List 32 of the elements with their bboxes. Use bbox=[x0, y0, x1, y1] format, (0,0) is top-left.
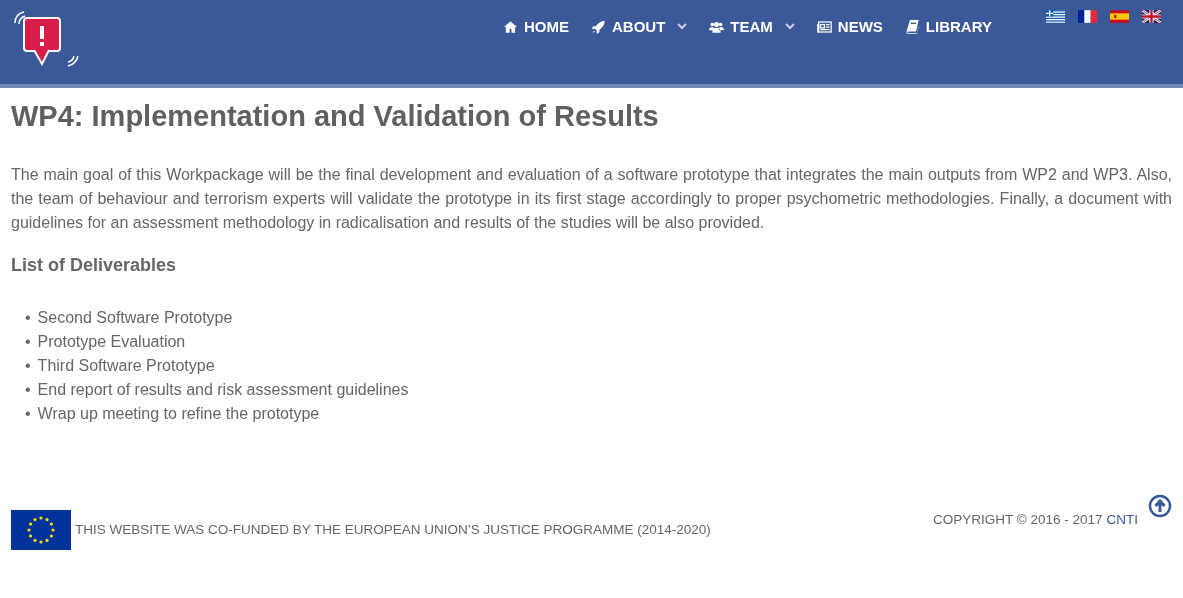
funding-notice: THIS WEBSITE WAS CO-FUNDED BY THE EUROPEAN UNION’S JUSTICE PROGRAMME (2014-2020) bbox=[75, 522, 711, 537]
nav-link[interactable]: NEWS bbox=[805, 18, 894, 35]
nav-link[interactable]: ABOUT bbox=[580, 18, 699, 35]
french-flag-icon[interactable] bbox=[1078, 10, 1097, 23]
nav-link[interactable]: LIBRARY bbox=[893, 18, 1003, 35]
deliverable-item: Second Software Prototype bbox=[37, 308, 233, 328]
spanish-flag-icon[interactable] bbox=[1110, 10, 1129, 23]
rocket-icon bbox=[591, 19, 606, 34]
users-icon bbox=[709, 19, 725, 34]
page-title: WP4: Implementation and Validation of Results bbox=[11, 100, 660, 133]
deliverable-item: End report of results and risk assessment guidelines bbox=[37, 380, 409, 400]
copyright-link[interactable]: CNTI bbox=[1106, 512, 1138, 527]
list-bullet: • bbox=[25, 356, 31, 376]
british-flag-icon[interactable] bbox=[1142, 10, 1161, 23]
list-bullet: • bbox=[25, 332, 31, 352]
newspaper-icon bbox=[816, 19, 832, 34]
deliverable-item: Third Software Prototype bbox=[37, 356, 215, 376]
greek-flag-icon[interactable] bbox=[1046, 10, 1065, 23]
deliverable-item: Wrap up meeting to refine the prototype bbox=[37, 404, 320, 424]
eu-flag-icon bbox=[11, 510, 71, 550]
deliverable-item: Prototype Evaluation bbox=[37, 332, 186, 352]
book-icon bbox=[904, 19, 920, 34]
list-bullet: • bbox=[25, 380, 31, 400]
section-heading: List of Deliverables bbox=[11, 255, 178, 276]
list-bullet: • bbox=[25, 404, 31, 424]
list-bullet: • bbox=[25, 308, 31, 328]
home-icon bbox=[503, 19, 518, 34]
nav-link[interactable]: TEAM bbox=[698, 18, 806, 35]
copyright-text: COPYRIGHT © 2016 - 2017 bbox=[932, 512, 1103, 527]
intro-paragraph: The main goal of this Workpackage will be the final development and evaluation of a software prototype that integrates the main outputs from WP2 and WP3. Also, the team of behaviour and terrorism experts will validate the prototype in its first stage accordingly to proper psychometric methodologies. Finally, a document with guidelines for an assessment methodology in radicalisation and results of the studies will be also provided. bbox=[11, 165, 1172, 233]
nav-link[interactable]: HOME bbox=[492, 18, 580, 35]
back-to-top-icon[interactable] bbox=[1148, 494, 1172, 518]
